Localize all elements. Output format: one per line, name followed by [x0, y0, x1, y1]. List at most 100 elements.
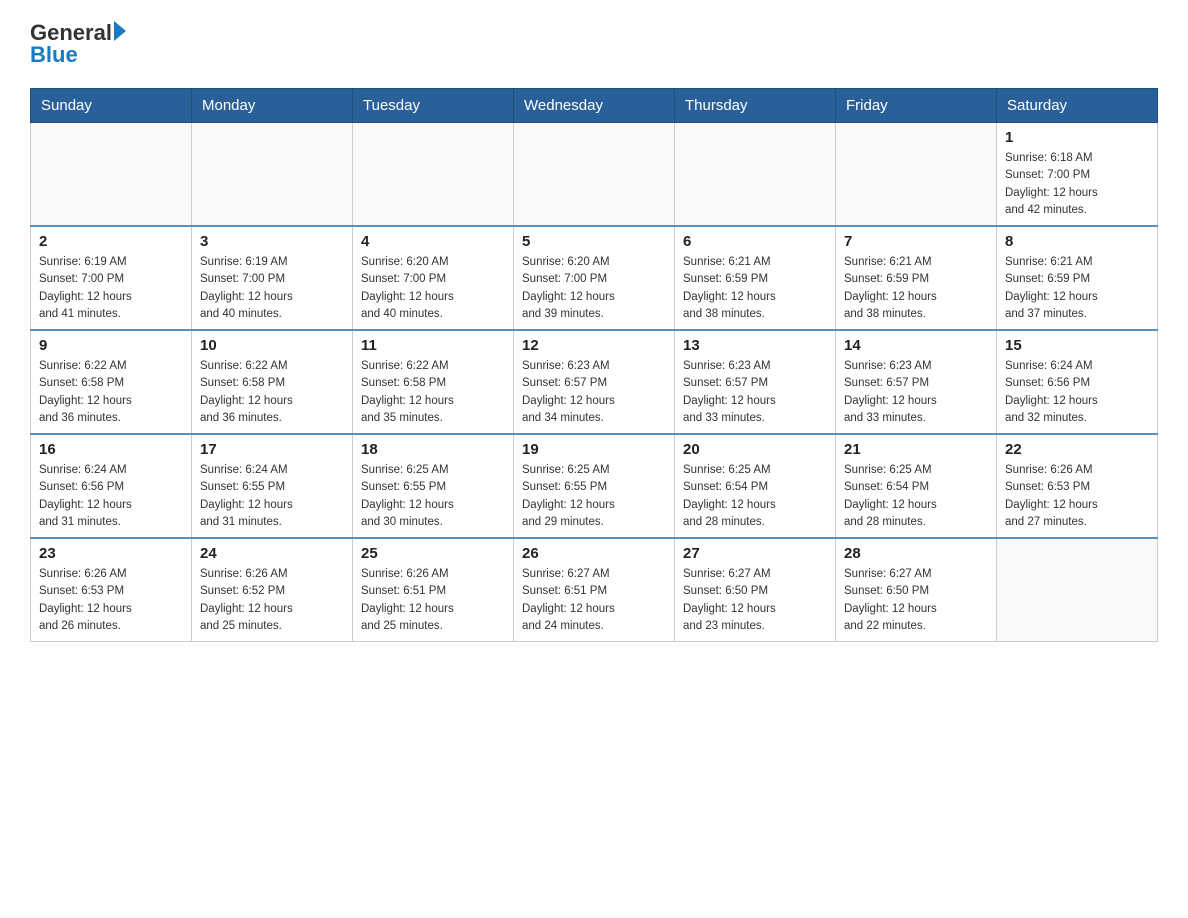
day-info: Sunrise: 6:23 AMSunset: 6:57 PMDaylight:… [522, 358, 666, 427]
day-info: Sunrise: 6:26 AMSunset: 6:51 PMDaylight:… [361, 566, 505, 635]
day-info: Sunrise: 6:21 AMSunset: 6:59 PMDaylight:… [1005, 254, 1149, 323]
day-number: 1 [1005, 129, 1149, 146]
calendar-cell: 21 Sunrise: 6:25 AMSunset: 6:54 PMDayligh… [836, 434, 997, 538]
logo-blue-text: Blue [30, 42, 126, 68]
calendar-cell: 13Sunrise: 6:23 AMSunset: 6:57 PMDayligh… [675, 330, 836, 434]
day-number: 26 [522, 545, 666, 562]
calendar-cell: 25 Sunrise: 6:26 AMSunset: 6:51 PMDayligh… [353, 538, 514, 642]
calendar-cell: 4 Sunrise: 6:20 AMSunset: 7:00 PMDaylight… [353, 226, 514, 330]
calendar-cell: 18 Sunrise: 6:25 AMSunset: 6:55 PMDayligh… [353, 434, 514, 538]
day-number: 28 [844, 545, 988, 562]
calendar-cell [997, 538, 1158, 642]
day-number: 21 [844, 441, 988, 458]
calendar-cell: 22 Sunrise: 6:26 AMSunset: 6:53 PMDayligh… [997, 434, 1158, 538]
day-info: Sunrise: 6:24 AMSunset: 6:56 PMDaylight:… [1005, 358, 1149, 427]
day-number: 16 [39, 441, 183, 458]
day-info: Sunrise: 6:22 AMSunset: 6:58 PMDaylight:… [361, 358, 505, 427]
day-number: 2 [39, 233, 183, 250]
calendar-cell: 23 Sunrise: 6:26 AMSunset: 6:53 PMDayligh… [31, 538, 192, 642]
calendar-week-1: 1 Sunrise: 6:18 AMSunset: 7:00 PMDaylight… [31, 123, 1158, 227]
day-info: Sunrise: 6:19 AMSunset: 7:00 PMDaylight:… [39, 254, 183, 323]
day-info: Sunrise: 6:23 AMSunset: 6:57 PMDaylight:… [844, 358, 988, 427]
day-number: 11 [361, 337, 505, 354]
weekday-header-sunday: Sunday [31, 89, 192, 123]
day-info: Sunrise: 6:25 AMSunset: 6:55 PMDaylight:… [361, 462, 505, 531]
calendar-cell: 2 Sunrise: 6:19 AMSunset: 7:00 PMDaylight… [31, 226, 192, 330]
calendar-cell: 11 Sunrise: 6:22 AMSunset: 6:58 PMDayligh… [353, 330, 514, 434]
day-info: Sunrise: 6:25 AMSunset: 6:55 PMDaylight:… [522, 462, 666, 531]
calendar-cell [514, 123, 675, 227]
calendar-cell: 17 Sunrise: 6:24 AMSunset: 6:55 PMDayligh… [192, 434, 353, 538]
calendar-cell [31, 123, 192, 227]
day-info: Sunrise: 6:27 AMSunset: 6:50 PMDaylight:… [844, 566, 988, 635]
day-info: Sunrise: 6:22 AMSunset: 6:58 PMDaylight:… [200, 358, 344, 427]
calendar-cell: 12 Sunrise: 6:23 AMSunset: 6:57 PMDayligh… [514, 330, 675, 434]
calendar-cell: 7 Sunrise: 6:21 AMSunset: 6:59 PMDaylight… [836, 226, 997, 330]
day-info: Sunrise: 6:24 AMSunset: 6:56 PMDaylight:… [39, 462, 183, 531]
day-info: Sunrise: 6:27 AMSunset: 6:51 PMDaylight:… [522, 566, 666, 635]
weekday-header-friday: Friday [836, 89, 997, 123]
logo: General Blue [30, 20, 126, 68]
calendar-cell: 6 Sunrise: 6:21 AMSunset: 6:59 PMDaylight… [675, 226, 836, 330]
day-number: 20 [683, 441, 827, 458]
calendar-cell: 27Sunrise: 6:27 AMSunset: 6:50 PMDayligh… [675, 538, 836, 642]
day-info: Sunrise: 6:21 AMSunset: 6:59 PMDaylight:… [683, 254, 827, 323]
calendar-week-4: 16 Sunrise: 6:24 AMSunset: 6:56 PMDayligh… [31, 434, 1158, 538]
calendar-cell [192, 123, 353, 227]
day-info: Sunrise: 6:20 AMSunset: 7:00 PMDaylight:… [522, 254, 666, 323]
day-info: Sunrise: 6:18 AMSunset: 7:00 PMDaylight:… [1005, 150, 1149, 219]
day-number: 14 [844, 337, 988, 354]
day-info: Sunrise: 6:25 AMSunset: 6:54 PMDaylight:… [683, 462, 827, 531]
page-header: General Blue [30, 20, 1158, 68]
day-number: 5 [522, 233, 666, 250]
weekday-header-saturday: Saturday [997, 89, 1158, 123]
day-number: 17 [200, 441, 344, 458]
day-number: 4 [361, 233, 505, 250]
day-number: 9 [39, 337, 183, 354]
day-number: 19 [522, 441, 666, 458]
day-number: 22 [1005, 441, 1149, 458]
weekday-header-monday: Monday [192, 89, 353, 123]
day-number: 7 [844, 233, 988, 250]
day-number: 27 [683, 545, 827, 562]
logo-arrow-icon [114, 21, 126, 41]
calendar-cell: 5 Sunrise: 6:20 AMSunset: 7:00 PMDaylight… [514, 226, 675, 330]
day-number: 3 [200, 233, 344, 250]
day-info: Sunrise: 6:25 AMSunset: 6:54 PMDaylight:… [844, 462, 988, 531]
day-number: 8 [1005, 233, 1149, 250]
calendar-week-5: 23 Sunrise: 6:26 AMSunset: 6:53 PMDayligh… [31, 538, 1158, 642]
weekday-header-thursday: Thursday [675, 89, 836, 123]
calendar-cell: 24Sunrise: 6:26 AMSunset: 6:52 PMDayligh… [192, 538, 353, 642]
calendar-cell: 1 Sunrise: 6:18 AMSunset: 7:00 PMDaylight… [997, 123, 1158, 227]
day-number: 18 [361, 441, 505, 458]
calendar-cell [353, 123, 514, 227]
day-info: Sunrise: 6:21 AMSunset: 6:59 PMDaylight:… [844, 254, 988, 323]
day-number: 23 [39, 545, 183, 562]
day-info: Sunrise: 6:19 AMSunset: 7:00 PMDaylight:… [200, 254, 344, 323]
day-number: 25 [361, 545, 505, 562]
day-info: Sunrise: 6:20 AMSunset: 7:00 PMDaylight:… [361, 254, 505, 323]
day-info: Sunrise: 6:22 AMSunset: 6:58 PMDaylight:… [39, 358, 183, 427]
day-info: Sunrise: 6:23 AMSunset: 6:57 PMDaylight:… [683, 358, 827, 427]
day-number: 24 [200, 545, 344, 562]
day-number: 15 [1005, 337, 1149, 354]
day-number: 10 [200, 337, 344, 354]
day-info: Sunrise: 6:26 AMSunset: 6:53 PMDaylight:… [1005, 462, 1149, 531]
calendar-cell: 8 Sunrise: 6:21 AMSunset: 6:59 PMDaylight… [997, 226, 1158, 330]
calendar-header-row: SundayMondayTuesdayWednesdayThursdayFrid… [31, 89, 1158, 123]
day-info: Sunrise: 6:24 AMSunset: 6:55 PMDaylight:… [200, 462, 344, 531]
day-number: 6 [683, 233, 827, 250]
calendar-cell: 14 Sunrise: 6:23 AMSunset: 6:57 PMDayligh… [836, 330, 997, 434]
calendar-cell [675, 123, 836, 227]
weekday-header-tuesday: Tuesday [353, 89, 514, 123]
day-number: 12 [522, 337, 666, 354]
calendar-cell: 3 Sunrise: 6:19 AMSunset: 7:00 PMDaylight… [192, 226, 353, 330]
calendar-cell: 20 Sunrise: 6:25 AMSunset: 6:54 PMDayligh… [675, 434, 836, 538]
calendar-table: SundayMondayTuesdayWednesdayThursdayFrid… [30, 88, 1158, 642]
calendar-cell: 9 Sunrise: 6:22 AMSunset: 6:58 PMDaylight… [31, 330, 192, 434]
calendar-cell: 26 Sunrise: 6:27 AMSunset: 6:51 PMDayligh… [514, 538, 675, 642]
calendar-week-2: 2 Sunrise: 6:19 AMSunset: 7:00 PMDaylight… [31, 226, 1158, 330]
day-info: Sunrise: 6:26 AMSunset: 6:53 PMDaylight:… [39, 566, 183, 635]
calendar-cell: 19 Sunrise: 6:25 AMSunset: 6:55 PMDayligh… [514, 434, 675, 538]
calendar-week-3: 9 Sunrise: 6:22 AMSunset: 6:58 PMDaylight… [31, 330, 1158, 434]
